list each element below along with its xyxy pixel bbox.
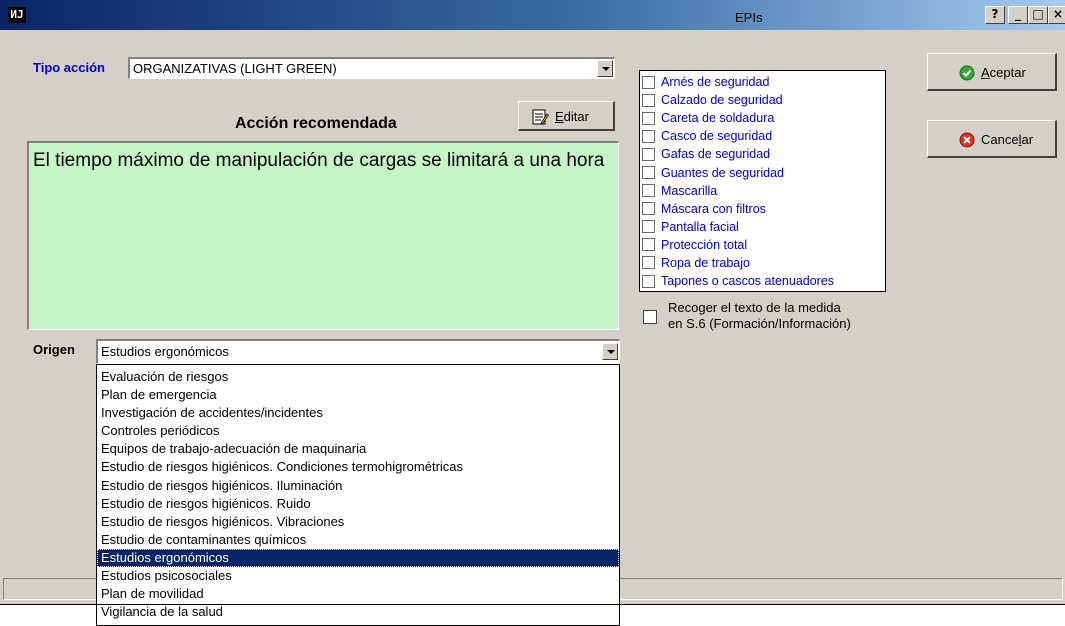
origen-option[interactable]: Plan de movilidad bbox=[97, 585, 619, 603]
title-bar[interactable]: ИJ ? _ □ × bbox=[0, 0, 1065, 30]
origen-option[interactable]: Equipos de trabajo-adecuación de maquina… bbox=[97, 440, 619, 458]
cancel-circle-icon bbox=[959, 132, 975, 148]
origen-dropdown-list: Evaluación de riesgos Plan de emergencia I… bbox=[96, 364, 620, 626]
epi-label: Tapones o cascos atenuadores bbox=[661, 274, 835, 289]
epi-checkbox[interactable] bbox=[642, 274, 655, 288]
epi-checkbox[interactable] bbox=[642, 129, 655, 143]
epi-item[interactable]: Mascarilla bbox=[642, 182, 885, 200]
origen-option[interactable]: Estudios psicosociales bbox=[97, 567, 619, 585]
epi-item[interactable]: Guantes de seguridad bbox=[642, 163, 885, 181]
origen-option[interactable]: Estudios ergonómicos bbox=[97, 548, 619, 568]
epi-checkbox[interactable] bbox=[642, 166, 655, 180]
recoger-label-2: en S.6 (Formación/Información) bbox=[668, 316, 851, 331]
epi-label: Mascarilla bbox=[661, 183, 718, 198]
epi-item[interactable]: Arnés de seguridad bbox=[642, 73, 885, 91]
check-circle-icon bbox=[959, 65, 975, 81]
epi-checkbox[interactable] bbox=[642, 184, 655, 198]
tipo-accion-label: Tipo acción bbox=[33, 60, 105, 75]
accion-textarea[interactable]: El tiempo máximo de manipulación de carg… bbox=[27, 141, 619, 330]
origen-label: Origen bbox=[33, 342, 75, 357]
epi-item[interactable]: Máscara con filtros bbox=[642, 200, 885, 218]
origen-option[interactable]: Plan de emergencia bbox=[97, 386, 619, 404]
close-button[interactable]: × bbox=[1048, 6, 1065, 24]
tipo-accion-combo[interactable]: ORGANIZATIVAS (LIGHT GREEN) bbox=[128, 57, 615, 79]
epi-checkbox[interactable] bbox=[642, 93, 655, 107]
origen-option[interactable]: Estudio de riesgos higiénicos. Vibracion… bbox=[97, 513, 619, 531]
editar-label: Editar bbox=[555, 109, 589, 124]
epi-item[interactable]: Calzado de seguridad bbox=[642, 91, 885, 109]
maximize-button[interactable]: □ bbox=[1028, 6, 1048, 24]
minimize-button[interactable]: _ bbox=[1008, 6, 1028, 24]
epi-checkbox[interactable] bbox=[642, 147, 655, 161]
app-icon: ИJ bbox=[8, 7, 26, 23]
epi-checkbox[interactable] bbox=[642, 202, 655, 216]
epi-item[interactable]: Gafas de seguridad bbox=[642, 145, 885, 163]
epi-item[interactable]: Casco de seguridad bbox=[642, 127, 885, 145]
recoger-checkbox[interactable] bbox=[643, 310, 657, 324]
origen-option[interactable]: Estudio de contaminantes químicos bbox=[97, 531, 619, 549]
epi-label: Gafas de seguridad bbox=[661, 147, 771, 162]
epi-label: Máscara con filtros bbox=[661, 201, 766, 216]
epi-checkbox[interactable] bbox=[642, 238, 655, 252]
recoger-label-1: Recoger el texto de la medida bbox=[668, 300, 841, 315]
origen-option[interactable]: Estudio de riesgos higiénicos. Condicion… bbox=[97, 458, 619, 476]
origen-option[interactable]: Investigación de accidentes/incidentes bbox=[97, 404, 619, 422]
epis-list: Arnés de seguridad Calzado de seguridad Ca… bbox=[639, 70, 886, 292]
epi-label: Pantalla facial bbox=[661, 219, 739, 234]
epi-label: Casco de seguridad bbox=[661, 129, 773, 144]
tipo-accion-dropdown-arrow-icon[interactable] bbox=[597, 60, 613, 77]
origen-option[interactable]: Vigilancia de la salud bbox=[97, 603, 619, 621]
epi-label: Guantes de seguridad bbox=[661, 165, 785, 180]
accion-heading: Acción recomendada bbox=[235, 115, 397, 132]
epi-label: Calzado de seguridad bbox=[661, 93, 783, 108]
cancelar-label: Cancelar bbox=[981, 132, 1034, 147]
origen-option[interactable]: Evaluación de riesgos bbox=[97, 368, 619, 386]
epi-checkbox[interactable] bbox=[642, 220, 655, 234]
epi-item[interactable]: Tapones o cascos atenuadores bbox=[642, 272, 885, 290]
epi-item[interactable]: Careta de soldadura bbox=[642, 109, 885, 127]
epi-item[interactable]: Pantalla facial bbox=[642, 218, 885, 236]
aceptar-label: Aceptar bbox=[981, 65, 1026, 80]
origen-option[interactable]: Controles periódicos bbox=[97, 422, 619, 440]
window-bottom-border bbox=[0, 604, 1065, 605]
origen-combo[interactable]: Estudios ergonómicos bbox=[96, 339, 620, 364]
help-button[interactable]: ? bbox=[985, 6, 1005, 24]
epi-item[interactable]: Protección total bbox=[642, 236, 885, 254]
epi-label: Careta de soldadura bbox=[661, 111, 775, 126]
epi-label: Ropa de trabajo bbox=[661, 255, 750, 270]
aceptar-button[interactable]: Aceptar bbox=[927, 53, 1057, 91]
epi-label: Arnés de seguridad bbox=[661, 75, 770, 90]
epis-title: EPIs bbox=[735, 10, 763, 25]
tipo-accion-value: ORGANIZATIVAS (LIGHT GREEN) bbox=[133, 61, 337, 76]
editar-button[interactable]: Editar bbox=[518, 101, 615, 131]
origen-option[interactable]: Estudio de riesgos higiénicos. Iluminaci… bbox=[97, 477, 619, 495]
edit-document-icon bbox=[532, 109, 549, 125]
origen-option[interactable]: Estudio de riesgos higiénicos. Ruido bbox=[97, 495, 619, 513]
epi-checkbox[interactable] bbox=[642, 111, 655, 125]
epi-label: Protección total bbox=[661, 237, 748, 252]
origen-dropdown-arrow-icon[interactable] bbox=[602, 343, 618, 360]
epi-checkbox[interactable] bbox=[642, 256, 655, 270]
origen-value: Estudios ergonómicos bbox=[101, 344, 229, 359]
epi-checkbox[interactable] bbox=[642, 75, 655, 89]
epi-item[interactable]: Ropa de trabajo bbox=[642, 254, 885, 272]
cancelar-button[interactable]: Cancelar bbox=[927, 120, 1057, 158]
